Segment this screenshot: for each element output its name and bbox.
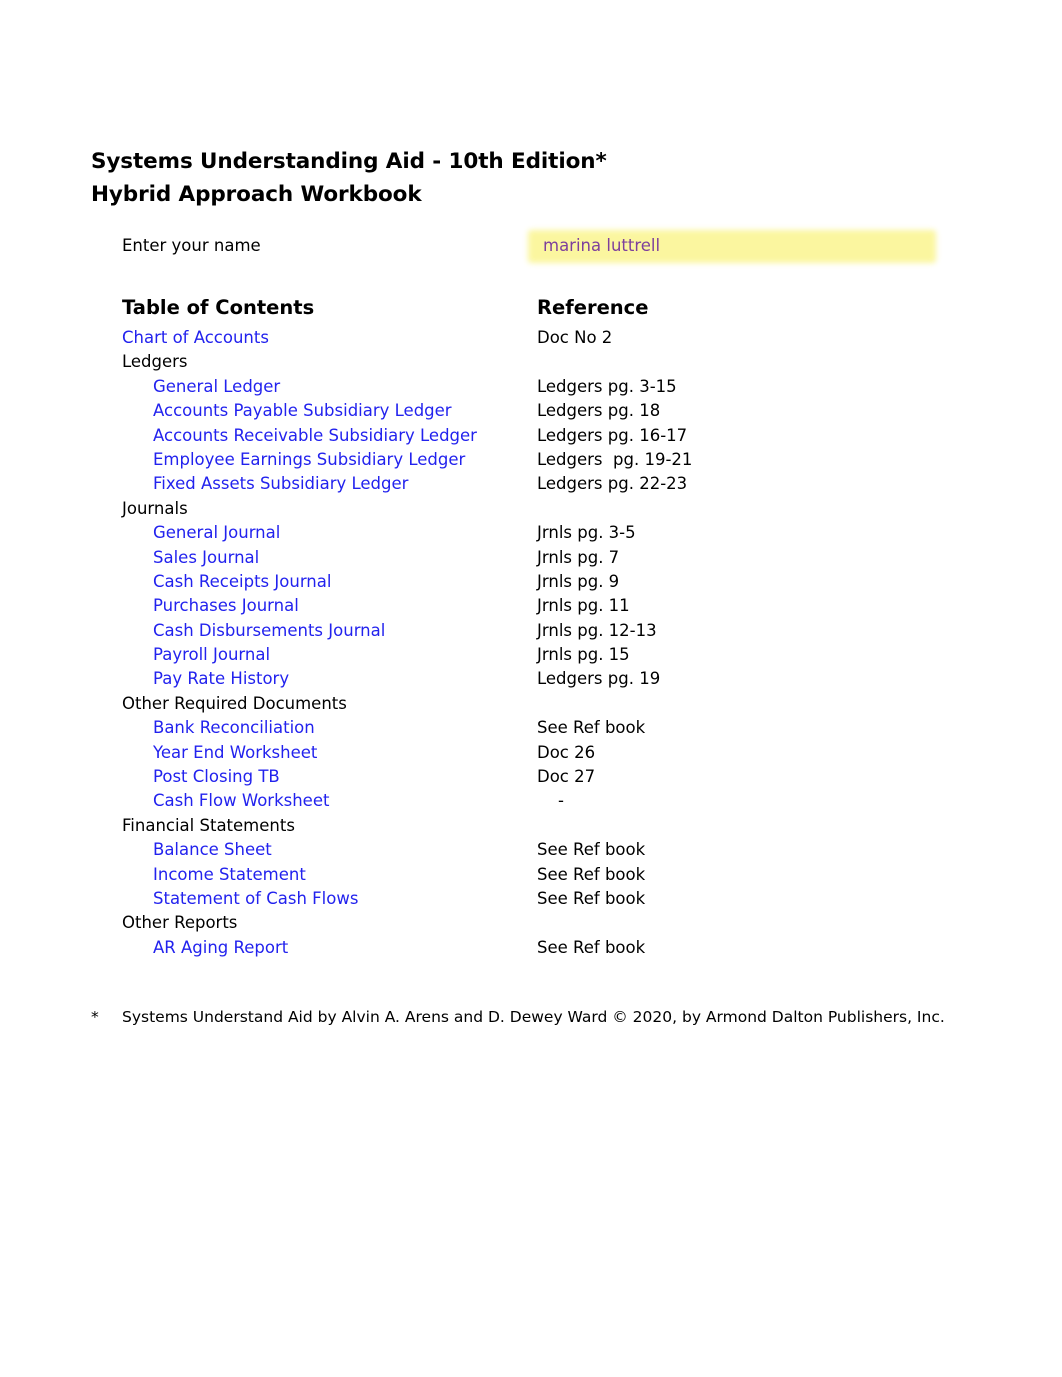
table-of-contents-list: Chart of Accounts Doc No 2 Ledgers General … [0, 326, 1062, 960]
toc-reference: Ledgers pg. 19-21 [537, 449, 693, 469]
document-title: Systems Understanding Aid - 10th Edition… [91, 145, 911, 211]
toc-row: Payroll Journal Jrnls pg. 15 [0, 643, 1062, 667]
toc-link[interactable]: Cash Receipts Journal [153, 570, 331, 594]
toc-reference: Jrnls pg. 3-5 [537, 523, 636, 543]
toc-row: Year End Worksheet Doc 26 [0, 741, 1062, 765]
toc-link[interactable]: Payroll Journal [153, 643, 270, 667]
toc-link[interactable]: Accounts Receivable Subsidiary Ledger [153, 424, 477, 448]
toc-reference: See Ref book [537, 864, 646, 884]
toc-row: Employee Earnings Subsidiary Ledger Ledge… [0, 448, 1062, 472]
toc-link[interactable]: Purchases Journal [153, 594, 299, 618]
toc-link[interactable]: Cash Disbursements Journal [153, 619, 385, 643]
toc-row: Statement of Cash Flows See Ref book [0, 887, 1062, 911]
toc-link[interactable]: Employee Earnings Subsidiary Ledger [153, 448, 465, 472]
toc-row: Ledgers [0, 350, 1062, 374]
name-entry-row: Enter your name marina luttrell [0, 230, 1062, 264]
toc-row: AR Aging Report See Ref book [0, 936, 1062, 960]
toc-link[interactable]: General Journal [153, 521, 280, 545]
document-title-line-1: Systems Understanding Aid - 10th Edition… [91, 149, 607, 174]
toc-row: Purchases Journal Jrnls pg. 11 [0, 594, 1062, 618]
toc-reference: Ledgers pg. 16-17 [537, 425, 688, 445]
toc-row: Journals [0, 497, 1062, 521]
footnote-asterisk: * [91, 1008, 99, 1026]
toc-link[interactable]: Income Statement [153, 863, 306, 887]
toc-row: Bank Reconciliation See Ref book [0, 716, 1062, 740]
toc-reference: Jrnls pg. 15 [537, 645, 630, 665]
toc-row: Sales Journal Jrnls pg. 7 [0, 546, 1062, 570]
reference-heading: Reference [537, 296, 649, 319]
toc-section-label: Financial Statements [122, 815, 295, 835]
toc-row: Other Required Documents [0, 692, 1062, 716]
toc-section-label: Ledgers [122, 352, 188, 372]
name-field-label: Enter your name [122, 236, 261, 255]
toc-reference: - [558, 791, 564, 811]
toc-reference: Doc 26 [537, 742, 596, 762]
toc-section-label: Journals [122, 498, 188, 518]
toc-row: Post Closing TB Doc 27 [0, 765, 1062, 789]
toc-row: Income Statement See Ref book [0, 863, 1062, 887]
toc-reference: See Ref book [537, 888, 646, 908]
name-input-value[interactable]: marina luttrell [543, 234, 660, 258]
toc-row: Balance Sheet See Ref book [0, 838, 1062, 862]
toc-link[interactable]: Pay Rate History [153, 667, 289, 691]
toc-section-label: Other Required Documents [122, 693, 347, 713]
toc-row: Chart of Accounts Doc No 2 [0, 326, 1062, 350]
toc-row: Accounts Receivable Subsidiary Ledger Led… [0, 424, 1062, 448]
toc-reference: See Ref book [537, 937, 646, 957]
toc-link[interactable]: Balance Sheet [153, 838, 272, 862]
toc-link[interactable]: AR Aging Report [153, 936, 288, 960]
toc-reference: Doc 27 [537, 767, 596, 787]
toc-reference: See Ref book [537, 840, 646, 860]
toc-link[interactable]: Cash Flow Worksheet [153, 789, 329, 813]
toc-link[interactable]: Bank Reconciliation [153, 716, 315, 740]
toc-row: General Ledger Ledgers pg. 3-15 [0, 375, 1062, 399]
toc-link[interactable]: Sales Journal [153, 546, 259, 570]
toc-row: Fixed Assets Subsidiary Ledger Ledgers pg… [0, 472, 1062, 496]
toc-link[interactable]: Post Closing TB [153, 765, 280, 789]
toc-row: Other Reports [0, 911, 1062, 935]
toc-row: Financial Statements [0, 814, 1062, 838]
footnote-text: Systems Understand Aid by Alvin A. Arens… [122, 1008, 945, 1026]
document-title-line-2: Hybrid Approach Workbook [91, 182, 422, 207]
document-page: Systems Understanding Aid - 10th Edition… [0, 0, 1062, 1377]
footnote: * Systems Understand Aid by Alvin A. Are… [91, 1006, 991, 1030]
toc-section-label: Other Reports [122, 913, 238, 933]
toc-reference: See Ref book [537, 718, 646, 738]
toc-reference: Doc No 2 [537, 328, 613, 347]
toc-reference: Ledgers pg. 18 [537, 401, 661, 421]
table-of-contents-heading: Table of Contents [122, 296, 315, 319]
toc-row: General Journal Jrnls pg. 3-5 [0, 521, 1062, 545]
toc-reference: Jrnls pg. 9 [537, 571, 620, 591]
toc-reference: Ledgers pg. 22-23 [537, 474, 688, 494]
toc-reference: Ledgers pg. 19 [537, 669, 661, 689]
toc-reference: Jrnls pg. 11 [537, 596, 630, 616]
toc-reference: Jrnls pg. 7 [537, 547, 620, 567]
toc-row: Cash Receipts Journal Jrnls pg. 9 [0, 570, 1062, 594]
toc-reference: Ledgers pg. 3-15 [537, 376, 677, 396]
toc-row: Cash Flow Worksheet - [0, 789, 1062, 813]
toc-link[interactable]: Year End Worksheet [153, 741, 317, 765]
toc-row: Accounts Payable Subsidiary Ledger Ledger… [0, 399, 1062, 423]
toc-link[interactable]: Statement of Cash Flows [153, 887, 358, 911]
toc-link[interactable]: Fixed Assets Subsidiary Ledger [153, 472, 408, 496]
toc-link[interactable]: Chart of Accounts [122, 326, 269, 350]
toc-link[interactable]: Accounts Payable Subsidiary Ledger [153, 399, 452, 423]
toc-row: Pay Rate History Ledgers pg. 19 [0, 667, 1062, 691]
toc-link[interactable]: General Ledger [153, 375, 280, 399]
toc-row: Cash Disbursements Journal Jrnls pg. 12-1… [0, 619, 1062, 643]
toc-reference: Jrnls pg. 12-13 [537, 620, 657, 640]
